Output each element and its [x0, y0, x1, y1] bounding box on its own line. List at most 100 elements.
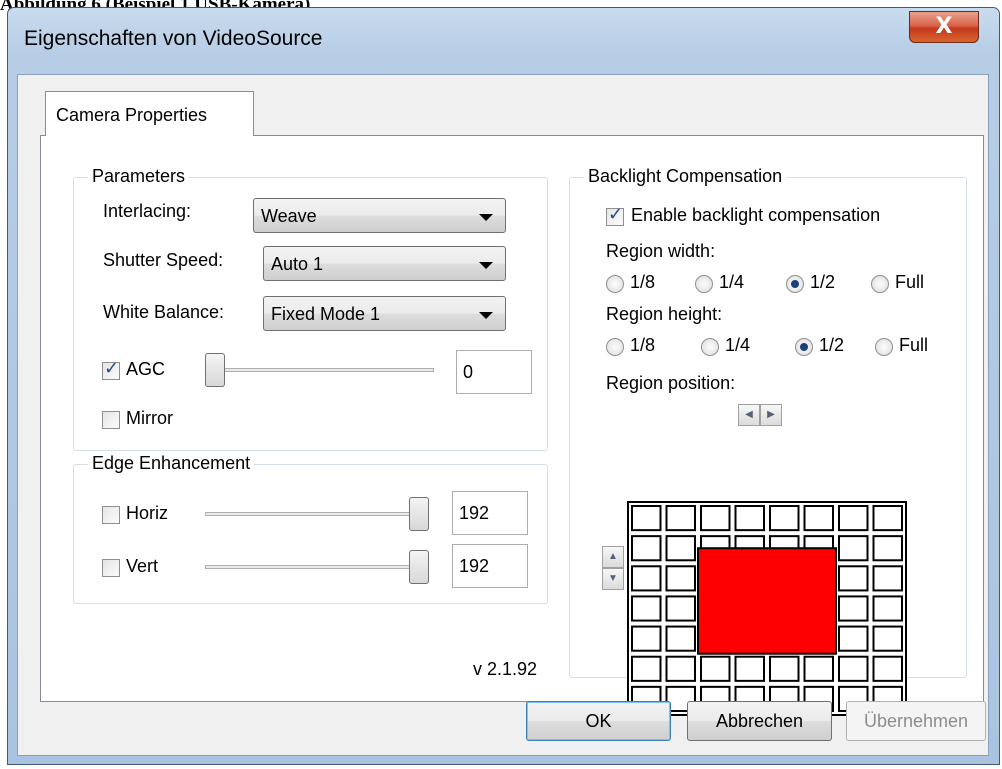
grid-cell[interactable] [838, 655, 869, 682]
width-radio-1-2[interactable] [786, 275, 804, 293]
height-radio-1-8[interactable] [606, 338, 624, 356]
parameters-group: Parameters Interlacing: Weave Shutter Sp… [73, 166, 548, 451]
dialog-client-area: Camera Properties Parameters Interlacing… [17, 74, 989, 756]
height-radio-1-2[interactable] [795, 338, 813, 356]
horiz-value: 192 [459, 503, 490, 523]
height-option-label: 1/8 [630, 335, 656, 355]
vert-value-field[interactable]: 192 [452, 544, 528, 588]
vert-checkbox[interactable] [102, 559, 120, 577]
grid-cell[interactable] [631, 625, 662, 652]
grid-cell[interactable] [631, 535, 662, 562]
grid-cell[interactable] [872, 655, 903, 682]
grid-cell[interactable] [769, 505, 800, 532]
tab-panel: Parameters Interlacing: Weave Shutter Sp… [40, 135, 984, 716]
horiz-value-field[interactable]: 192 [452, 491, 528, 535]
version-label: v 2.1.92 [473, 659, 538, 679]
grid-cell[interactable] [872, 625, 903, 652]
vert-slider-thumb[interactable] [409, 550, 429, 584]
height-option-label: Full [899, 335, 929, 355]
width-option-label: 1/2 [810, 272, 836, 292]
height-radio-1-4[interactable] [701, 338, 719, 356]
grid-cell[interactable] [631, 565, 662, 592]
region-width-label: Region width: [606, 241, 716, 261]
grid-cell[interactable] [838, 565, 869, 592]
selected-region[interactable] [697, 547, 837, 655]
vertical-down-button[interactable]: ▼ [602, 568, 624, 590]
region-grid-svg [631, 505, 903, 713]
agc-checkbox[interactable]: ✓ [102, 358, 120, 380]
parameters-group-title: Parameters [88, 166, 190, 187]
width-radio-full[interactable] [871, 275, 889, 293]
horiz-checkbox[interactable] [102, 506, 120, 524]
shutter-speed-select[interactable]: Auto 1 [263, 246, 506, 281]
grid-cell[interactable] [700, 505, 731, 532]
height-radio-full[interactable] [875, 338, 893, 356]
grid-cell[interactable] [734, 505, 765, 532]
enable-backlight-checkbox[interactable]: ✓ [606, 204, 624, 226]
arrow-left-icon: ◀ [745, 409, 753, 420]
horiz-slider-thumb[interactable] [409, 497, 429, 531]
grid-cell[interactable] [631, 595, 662, 622]
grid-cell[interactable] [665, 505, 696, 532]
ok-button[interactable]: OK [526, 701, 671, 741]
backlight-compensation-title: Backlight Compensation [584, 166, 787, 187]
grid-cell[interactable] [803, 655, 834, 682]
tab-label: Camera Properties [56, 105, 208, 125]
grid-cell[interactable] [665, 565, 696, 592]
agc-slider-thumb[interactable] [205, 353, 225, 387]
agc-slider-track [212, 368, 434, 372]
vert-label: Vert [126, 556, 159, 576]
height-option-label: 1/2 [819, 335, 845, 355]
window-title: Eigenschaften von VideoSource [24, 27, 323, 50]
grid-cell[interactable] [838, 535, 869, 562]
shutter-speed-label: Shutter Speed: [103, 250, 224, 270]
grid-cell[interactable] [769, 655, 800, 682]
grid-cell[interactable] [872, 535, 903, 562]
grid-cell[interactable] [872, 595, 903, 622]
agc-value-field[interactable]: 0 [456, 350, 532, 394]
horizontal-left-button[interactable]: ◀ [738, 404, 760, 426]
horiz-slider-track [205, 512, 420, 516]
region-position-grid[interactable] [627, 501, 907, 716]
grid-cell[interactable] [665, 595, 696, 622]
horizontal-right-button[interactable]: ▶ [760, 404, 782, 426]
grid-cell[interactable] [700, 655, 731, 682]
width-option-label: 1/4 [719, 272, 745, 292]
grid-cell[interactable] [838, 595, 869, 622]
interlacing-value: Weave [261, 206, 317, 226]
horiz-label: Horiz [126, 503, 169, 523]
shutter-speed-value: Auto 1 [271, 254, 324, 274]
cancel-button[interactable]: Abbrechen [687, 701, 832, 741]
tab-camera-properties[interactable]: Camera Properties [45, 91, 254, 136]
close-button[interactable]: X [909, 11, 979, 43]
grid-cell[interactable] [734, 655, 765, 682]
interlacing-label: Interlacing: [103, 201, 192, 221]
checkmark-icon: ✓ [104, 358, 120, 379]
title-bar: Eigenschaften von VideoSource X [8, 8, 999, 73]
grid-cell[interactable] [838, 505, 869, 532]
grid-cell[interactable] [872, 565, 903, 592]
dialog-window: Eigenschaften von VideoSource X Camera P… [7, 7, 1000, 765]
enable-backlight-label: Enable backlight compensation [631, 205, 881, 225]
vertical-up-button[interactable]: ▲ [602, 546, 624, 568]
region-position-label: Region position: [606, 373, 736, 393]
white-balance-label: White Balance: [103, 302, 225, 322]
apply-button[interactable]: Übernehmen [846, 701, 986, 741]
grid-cell[interactable] [838, 625, 869, 652]
interlacing-select[interactable]: Weave [253, 198, 506, 233]
width-radio-1-4[interactable] [695, 275, 713, 293]
height-option-label: 1/4 [725, 335, 751, 355]
width-radio-1-8[interactable] [606, 275, 624, 293]
grid-cell[interactable] [631, 655, 662, 682]
grid-cell[interactable] [665, 625, 696, 652]
grid-cell[interactable] [872, 505, 903, 532]
mirror-checkbox[interactable] [102, 411, 120, 429]
grid-cell[interactable] [631, 505, 662, 532]
white-balance-select[interactable]: Fixed Mode 1 [263, 296, 506, 331]
close-icon: X [935, 14, 953, 39]
grid-cell[interactable] [665, 655, 696, 682]
chevron-down-icon [479, 262, 493, 269]
grid-cell[interactable] [665, 535, 696, 562]
arrow-down-icon: ▼ [608, 573, 618, 584]
grid-cell[interactable] [803, 505, 834, 532]
